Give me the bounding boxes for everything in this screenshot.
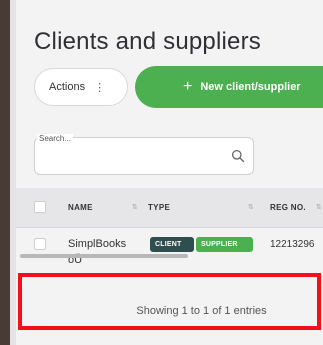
highlight-annotation [18,273,321,330]
search-box: Search... [34,134,254,175]
actions-button[interactable]: Actions ⋮ [34,68,128,106]
supplier-badge: SUPPLIER [196,237,253,252]
search-legend: Search... [37,134,74,143]
column-header-name[interactable]: NAME [68,203,93,212]
row-name[interactable]: SimplBooks [68,238,126,250]
column-header-type[interactable]: TYPE [148,203,170,212]
search-icon[interactable] [231,149,245,163]
horizontal-scrollbar[interactable] [20,254,320,258]
table-header: NAME ⇅ TYPE ⇅ REG NO. ⇅ [16,188,323,228]
column-header-reg-no[interactable]: REG NO. [270,203,306,212]
sidebar-edge [0,0,10,345]
sort-icon[interactable]: ⇅ [316,203,322,211]
page-title: Clients and suppliers [34,28,261,55]
sort-icon[interactable]: ⇅ [132,203,138,211]
search-input[interactable] [41,146,221,168]
more-vertical-icon: ⋮ [94,81,106,94]
row-reg-no: 12213296 [270,239,315,250]
app-frame: Clients and suppliers Actions ⋮ + New cl… [0,0,323,345]
plus-icon: + [183,78,193,95]
select-all-checkbox[interactable] [34,201,46,213]
row-checkbox[interactable] [34,238,46,250]
new-client-supplier-button[interactable]: + New client/supplier [135,66,323,108]
actions-label: Actions [49,81,86,93]
new-client-supplier-label: New client/supplier [200,81,301,93]
scrollbar-thumb[interactable] [20,254,188,258]
client-badge: CLIENT [150,237,194,252]
sort-icon[interactable]: ⇅ [248,203,254,211]
